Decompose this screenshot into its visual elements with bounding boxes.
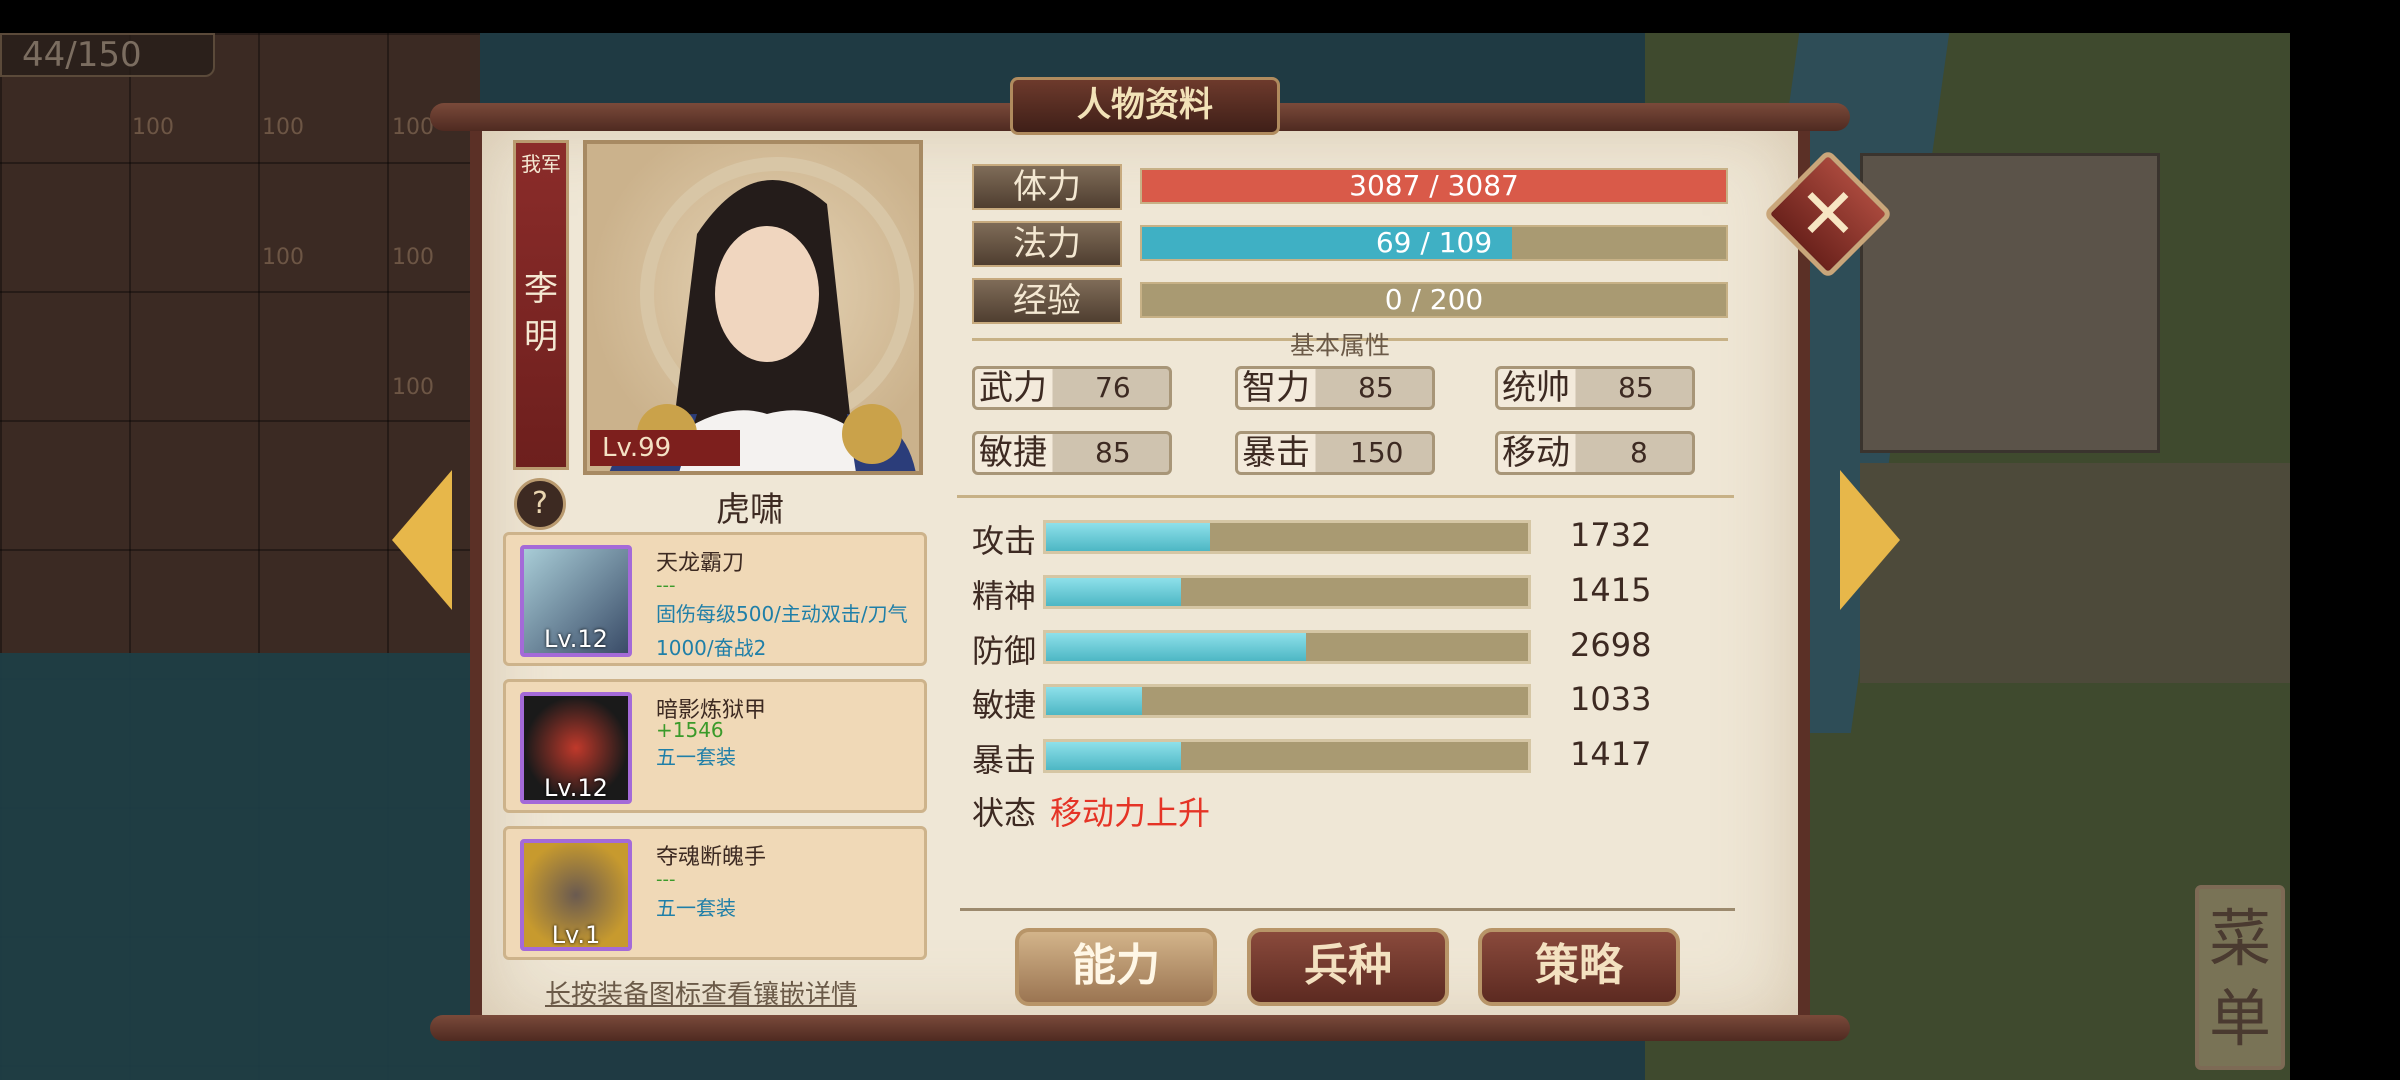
- attr-value: 85: [1618, 371, 1654, 404]
- mp-value: 69 / 109: [1375, 226, 1493, 259]
- tab-divider: [960, 908, 1735, 911]
- tab-ability[interactable]: 能力: [1015, 928, 1217, 1006]
- attr-critical: 暴击 150: [1235, 431, 1435, 475]
- attr-agility: 敏捷 85: [972, 431, 1172, 475]
- map-town: [1860, 153, 2160, 453]
- combat-stat-name: 精神: [972, 577, 1037, 615]
- attr-strength: 武力 76: [972, 366, 1172, 410]
- equipment-enhance: +1546: [656, 718, 724, 742]
- tab-troop-type[interactable]: 兵种: [1247, 928, 1449, 1006]
- status-value: 移动力上升: [1050, 794, 1211, 832]
- combat-stat-bar: [1043, 739, 1531, 773]
- combat-stat-bar: [1043, 575, 1531, 609]
- equipment-card-weapon[interactable]: Lv.12 天龙霸刀 --- 固伤每级500/主动双击/刀气1000/奋战2: [503, 532, 927, 666]
- equipment-effect: 固伤每级500/主动双击/刀气1000/奋战2: [656, 602, 908, 660]
- equipment-set: 五一套装: [656, 745, 736, 769]
- equipment-name: 天龙霸刀: [656, 551, 745, 576]
- equipment-card-gloves[interactable]: Lv.1 夺魂断魄手 --- 五一套装: [503, 826, 927, 960]
- equipment-hint: 长按装备图标查看镶嵌详情: [545, 980, 858, 1010]
- attr-value: 85: [1095, 436, 1131, 469]
- panel-bottom-frame: [430, 1015, 1850, 1041]
- map-field: [1860, 463, 2290, 683]
- attr-intelligence: 智力 85: [1235, 366, 1435, 410]
- combat-stat-name: 防御: [972, 632, 1037, 670]
- map-cell-label: 100: [392, 375, 434, 400]
- attr-name: 移动: [1502, 433, 1570, 473]
- exp-label: 经验: [972, 278, 1122, 324]
- attr-name: 武力: [979, 368, 1047, 408]
- equipment-name: 夺魂断魄手: [656, 845, 767, 870]
- exp-value: 0 / 200: [1384, 283, 1484, 316]
- camp-label: 我军: [521, 152, 561, 176]
- game-screen: 100 100 100 100 100 100 44/150 菜单 人物资料 ✕…: [0, 0, 2400, 1080]
- divider: [957, 495, 1734, 498]
- combat-stat-value: 1417: [1570, 735, 1652, 773]
- attr-value: 76: [1095, 371, 1131, 404]
- attr-command: 统帅 85: [1495, 366, 1695, 410]
- map-cell-label: 100: [132, 115, 174, 140]
- attr-value: 150: [1350, 436, 1404, 469]
- combat-stat-fill: [1046, 742, 1181, 770]
- hero-title: 虎啸: [716, 490, 784, 530]
- attr-name: 暴击: [1242, 433, 1310, 473]
- unit-counter: 44/150: [0, 33, 215, 77]
- combat-stat-bar: [1043, 630, 1531, 664]
- map-water: [0, 653, 480, 1080]
- map-cell-label: 100: [392, 245, 434, 270]
- equipment-level: Lv.1: [551, 921, 601, 949]
- combat-stat-value: 1415: [1570, 571, 1652, 609]
- map-cell-label: 100: [262, 245, 304, 270]
- attr-value: 85: [1358, 371, 1394, 404]
- attr-name: 敏捷: [979, 433, 1047, 473]
- combat-stat-name: 敏捷: [972, 686, 1037, 724]
- combat-stat-fill: [1046, 633, 1307, 661]
- combat-stat-fill: [1046, 687, 1143, 715]
- tab-strategy[interactable]: 策略: [1478, 928, 1680, 1006]
- attr-name: 智力: [1242, 368, 1310, 408]
- portrait-illustration: [609, 157, 916, 471]
- attr-movement: 移动 8: [1495, 431, 1695, 475]
- combat-stat-fill: [1046, 523, 1210, 551]
- help-button[interactable]: ?: [514, 478, 566, 530]
- hp-value: 3087 / 3087: [1349, 169, 1519, 202]
- combat-stat-value: 2698: [1570, 626, 1652, 664]
- mp-label: 法力: [972, 221, 1122, 267]
- combat-stat-bar: [1043, 684, 1531, 718]
- combat-stat-bar: [1043, 520, 1531, 554]
- prev-character-arrow-icon[interactable]: [392, 470, 452, 610]
- attr-name: 统帅: [1502, 368, 1570, 408]
- equipment-enhance: ---: [656, 575, 676, 596]
- equipment-set: 五一套装: [656, 896, 736, 920]
- combat-stat-name: 暴击: [972, 741, 1037, 779]
- combat-stat-value: 1033: [1570, 680, 1652, 718]
- hero-portrait: [583, 140, 923, 475]
- menu-button[interactable]: 菜单: [2195, 885, 2285, 1070]
- next-character-arrow-icon[interactable]: [1840, 470, 1900, 610]
- panel-title: 人物资料: [1010, 77, 1280, 135]
- close-icon[interactable]: ✕: [1795, 172, 1861, 256]
- top-black-bar: [0, 0, 2400, 33]
- attr-value: 8: [1630, 436, 1648, 469]
- hero-level: Lv.99: [590, 430, 740, 466]
- equipment-level: Lv.12: [544, 625, 608, 653]
- map-cell-label: 100: [262, 115, 304, 140]
- basic-attributes-header: 基本属性: [1289, 331, 1390, 360]
- combat-stat-name: 攻击: [972, 522, 1037, 560]
- combat-stat-fill: [1046, 578, 1181, 606]
- equipment-level: Lv.12: [544, 774, 608, 802]
- status-label: 状态: [972, 794, 1037, 832]
- equipment-enhance: ---: [656, 869, 676, 890]
- combat-stat-value: 1732: [1570, 516, 1652, 554]
- equipment-card-armor[interactable]: Lv.12 暗影炼狱甲 +1546 五一套装: [503, 679, 927, 813]
- map-cell-label: 100: [392, 115, 434, 140]
- hero-name: 李明: [524, 269, 558, 357]
- hp-label: 体力: [972, 164, 1122, 210]
